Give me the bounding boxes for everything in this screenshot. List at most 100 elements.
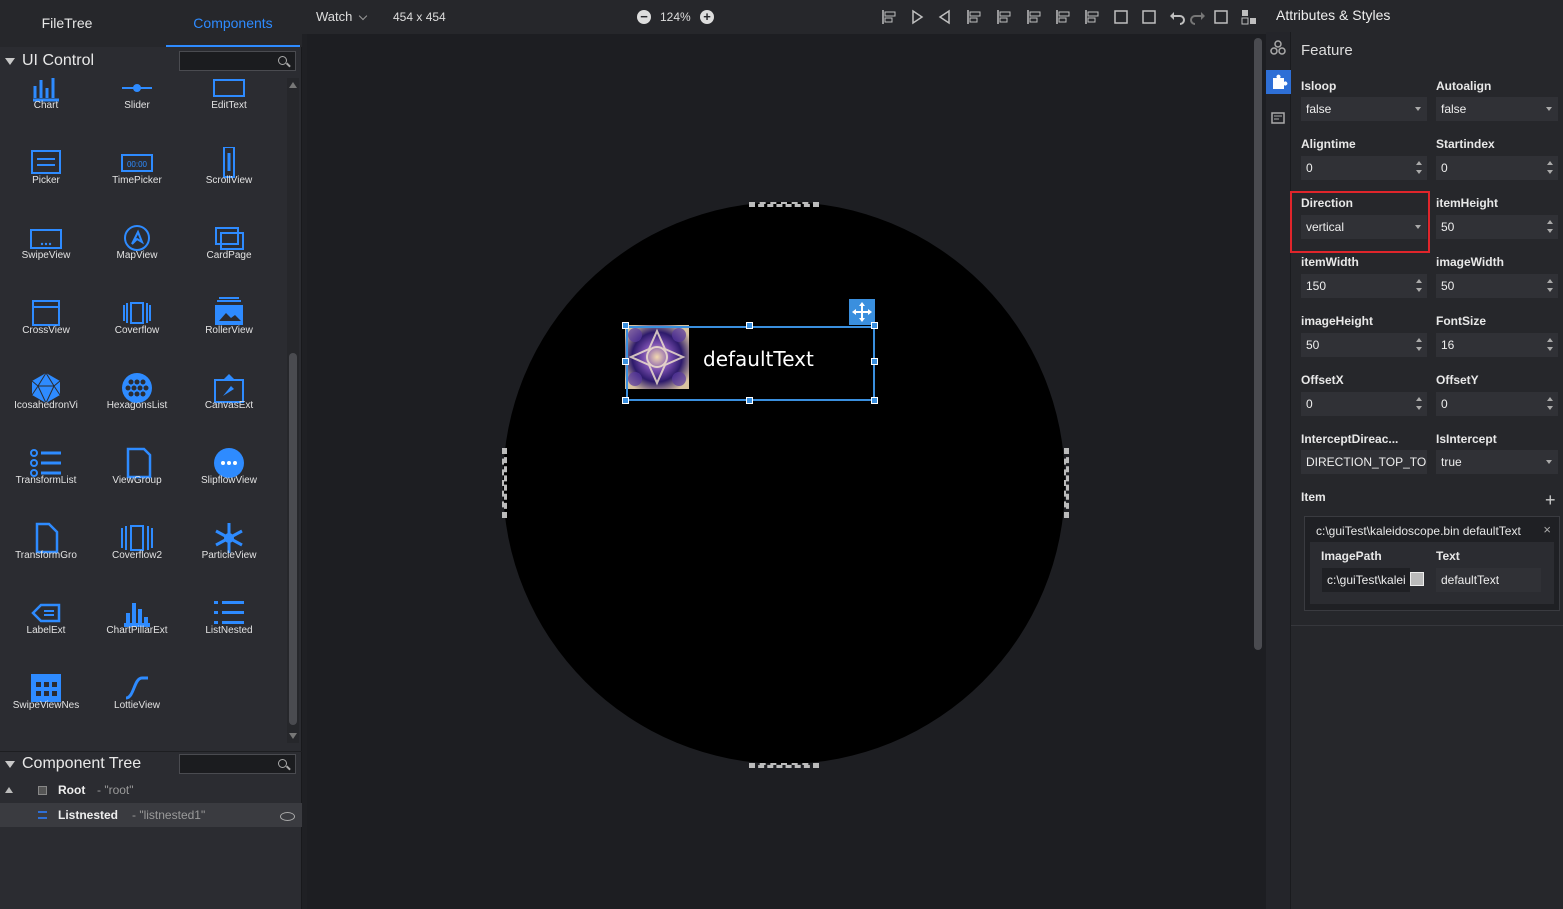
- control-cardpage[interactable]: CardPage: [183, 222, 275, 297]
- collapse-icon[interactable]: [5, 58, 15, 65]
- control-coverflow[interactable]: Coverflow: [91, 297, 183, 372]
- dropdown-caret-icon[interactable]: [1415, 107, 1421, 111]
- resize-handle[interactable]: [871, 397, 878, 404]
- startindex-field[interactable]: 0: [1436, 156, 1558, 180]
- spinner-arrows-icon[interactable]: [1416, 159, 1423, 177]
- control-slipflowview[interactable]: SlipflowView: [183, 447, 275, 522]
- resize-handle[interactable]: [622, 397, 629, 404]
- resize-handle[interactable]: [622, 322, 629, 329]
- resize-handle[interactable]: [871, 358, 878, 365]
- control-labelext[interactable]: LabelExt: [0, 597, 92, 672]
- aligntime-field[interactable]: 0: [1301, 156, 1427, 180]
- spinner-arrows-icon[interactable]: [1547, 218, 1554, 236]
- tree-row-root[interactable]: Root - "root": [0, 778, 302, 802]
- control-transformlist[interactable]: TransformList: [0, 447, 92, 522]
- align-top-icon[interactable]: [1025, 8, 1043, 26]
- send-back-icon[interactable]: [1140, 8, 1158, 26]
- play-icon[interactable]: [908, 8, 926, 26]
- align-center-icon[interactable]: [965, 8, 983, 26]
- spinner-arrows-icon[interactable]: [1547, 336, 1554, 354]
- control-swipeviewnes[interactable]: SwipeViewNes: [0, 672, 92, 743]
- align-middle-icon[interactable]: [1054, 8, 1072, 26]
- itemwidth-field[interactable]: 150: [1301, 274, 1427, 298]
- control-viewgroup[interactable]: ViewGroup: [91, 447, 183, 522]
- control-rollerview[interactable]: RollerView: [183, 297, 275, 372]
- zoom-out-icon[interactable]: −: [637, 10, 651, 24]
- align-bottom-icon[interactable]: [1083, 8, 1101, 26]
- tree-row-listnested[interactable]: Listnested - "listnested1": [0, 803, 302, 827]
- resize-handle[interactable]: [746, 322, 753, 329]
- redo-icon[interactable]: [1189, 8, 1207, 26]
- control-transformgro[interactable]: TransformGro: [0, 522, 92, 597]
- close-icon[interactable]: ×: [1543, 522, 1551, 537]
- offsety-field[interactable]: 0: [1436, 392, 1558, 416]
- fontsize-field[interactable]: 16: [1436, 333, 1558, 357]
- expand-icon[interactable]: [5, 787, 13, 793]
- zoom-in-icon[interactable]: +: [700, 10, 714, 24]
- watch-dropdown[interactable]: Watch: [316, 9, 352, 24]
- collapse-icon[interactable]: [5, 761, 15, 768]
- resize-handle[interactable]: [746, 397, 753, 404]
- control-coverflow2[interactable]: Coverflow2: [91, 522, 183, 597]
- spinner-arrows-icon[interactable]: [1547, 395, 1554, 413]
- control-lottieview[interactable]: LottieView: [91, 672, 183, 743]
- text-field[interactable]: defaultText: [1436, 568, 1541, 592]
- imageheight-field[interactable]: 50: [1301, 333, 1427, 357]
- control-icosahedronvi[interactable]: IcosahedronVi: [0, 372, 92, 447]
- component-search-input[interactable]: [179, 51, 296, 71]
- watch-screen[interactable]: [503, 202, 1065, 764]
- control-slider[interactable]: Slider: [91, 78, 183, 147]
- spinner-arrows-icon[interactable]: [1416, 277, 1423, 295]
- spinner-arrows-icon[interactable]: [1547, 159, 1554, 177]
- add-item-icon[interactable]: +: [1545, 491, 1556, 509]
- tab-components[interactable]: Components: [166, 0, 300, 47]
- control-edittext[interactable]: EditText: [183, 78, 275, 147]
- dropdown-caret-icon[interactable]: [1546, 460, 1552, 464]
- autoalign-select[interactable]: false: [1436, 97, 1558, 121]
- resize-handle[interactable]: [871, 322, 878, 329]
- isintercept-select[interactable]: true: [1436, 450, 1558, 474]
- control-timepicker[interactable]: 00:00 TimePicker: [91, 147, 183, 222]
- tree-search-input[interactable]: [179, 754, 296, 774]
- fullscreen-icon[interactable]: [1212, 8, 1230, 26]
- control-swipeview[interactable]: SwipeView: [0, 222, 92, 297]
- control-scrollview[interactable]: ScrollView: [183, 147, 275, 222]
- control-mapview[interactable]: MapView: [91, 222, 183, 297]
- chevron-down-icon[interactable]: [358, 11, 368, 21]
- control-crossview[interactable]: CrossView: [0, 297, 92, 372]
- image-picker-icon[interactable]: [1410, 572, 1424, 586]
- align-left-icon[interactable]: [880, 8, 898, 26]
- control-canvasext[interactable]: CanvasExt: [183, 372, 275, 447]
- itemheight-field[interactable]: 50: [1436, 215, 1558, 239]
- spinner-arrows-icon[interactable]: [1416, 395, 1423, 413]
- control-chart[interactable]: Chart: [0, 78, 92, 147]
- settings-icon[interactable]: [1240, 8, 1258, 26]
- bring-front-icon[interactable]: [1112, 8, 1130, 26]
- intercept-field[interactable]: DIRECTION_TOP_TO: [1301, 450, 1427, 474]
- style-icon[interactable]: [1266, 36, 1291, 60]
- control-picker[interactable]: Picker: [0, 147, 92, 222]
- align-top-left-icon[interactable]: [935, 8, 953, 26]
- imagewidth-field[interactable]: 50: [1436, 274, 1558, 298]
- align-right-icon[interactable]: [995, 8, 1013, 26]
- tab-filetree[interactable]: FileTree: [0, 0, 134, 47]
- scroll-up-icon[interactable]: [289, 82, 297, 88]
- resize-handle[interactable]: [622, 358, 629, 365]
- isloop-select[interactable]: false: [1301, 97, 1427, 121]
- control-chartpillarext[interactable]: ChartPillarExt: [91, 597, 183, 672]
- spinner-arrows-icon[interactable]: [1547, 277, 1554, 295]
- control-scrollbar[interactable]: [287, 78, 299, 743]
- eye-icon[interactable]: [280, 812, 295, 821]
- offsetx-field[interactable]: 0: [1301, 392, 1427, 416]
- dropdown-caret-icon[interactable]: [1546, 107, 1552, 111]
- control-hexagonslist[interactable]: HexagonsList: [91, 372, 183, 447]
- canvas-scrollbar[interactable]: [1254, 38, 1262, 650]
- feature-puzzle-icon[interactable]: [1266, 70, 1291, 94]
- imagepath-field[interactable]: c:\guiTest\kalei: [1322, 568, 1410, 592]
- event-icon[interactable]: [1266, 106, 1291, 130]
- scroll-down-icon[interactable]: [289, 733, 297, 739]
- undo-icon[interactable]: [1168, 8, 1186, 26]
- spinner-arrows-icon[interactable]: [1416, 336, 1423, 354]
- control-particleview[interactable]: ParticleView: [183, 522, 275, 597]
- scrollbar-thumb[interactable]: [289, 353, 297, 725]
